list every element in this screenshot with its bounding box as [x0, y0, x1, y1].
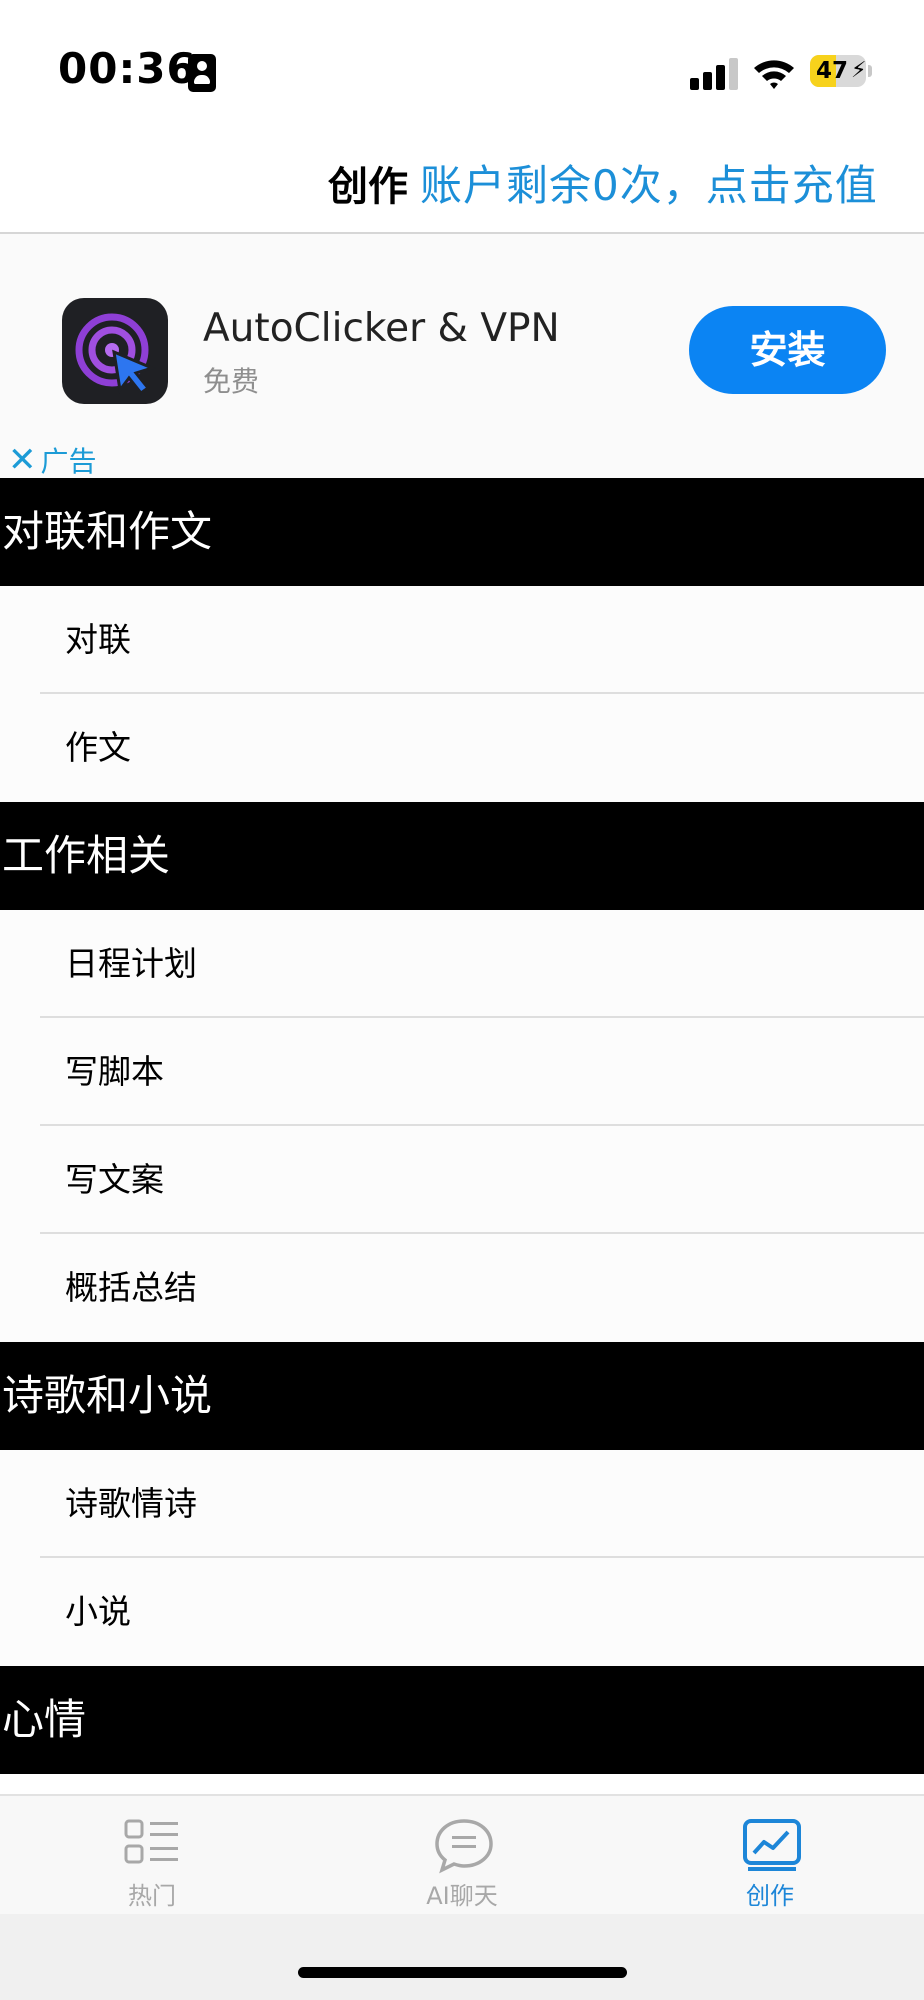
- ad-close-button[interactable]: ✕ 广告: [8, 440, 97, 480]
- chart-icon: [743, 1819, 801, 1871]
- ad-app-name: AutoClicker & VPN: [203, 306, 560, 351]
- tab-ai-chat[interactable]: AI聊天: [372, 1796, 552, 1916]
- autoclicker-app-icon[interactable]: [62, 298, 168, 404]
- list-item-label: 诗歌情诗: [65, 1484, 197, 1523]
- status-bar: 00:36 47 ⚡: [0, 0, 924, 140]
- list-item-label: 写文案: [65, 1160, 164, 1199]
- category-list: 对联和作文 对联 作文 工作相关 日程计划 写脚本 写文案 概括总结 诗歌和小说…: [0, 478, 924, 1774]
- tab-create[interactable]: 创作: [680, 1796, 860, 1916]
- section-header-couplets-essays: 对联和作文: [0, 478, 924, 586]
- list-item[interactable]: 写文案: [0, 1126, 924, 1234]
- home-indicator-area: [0, 1914, 924, 2000]
- install-button[interactable]: 安装: [689, 306, 886, 394]
- wifi-icon: [754, 60, 794, 89]
- list-icon: [124, 1819, 178, 1864]
- list-item[interactable]: 作文: [0, 694, 924, 802]
- ad-banner[interactable]: AutoClicker & VPN 免费 安装 ✕ 广告: [0, 234, 924, 478]
- id-card-icon: [188, 54, 216, 92]
- list-item-label: 日程计划: [65, 944, 197, 983]
- battery-charging-icon: 47 ⚡: [810, 55, 872, 89]
- section-header-mood: 心情: [0, 1666, 924, 1774]
- list-item[interactable]: 小说: [0, 1558, 924, 1666]
- list-item-label: 写脚本: [65, 1052, 164, 1091]
- list-item[interactable]: 日程计划: [0, 910, 924, 1018]
- status-time: 00:36: [58, 44, 197, 93]
- ad-price: 免费: [203, 365, 260, 398]
- list-item-label: 作文: [65, 728, 131, 767]
- tab-bar: 热门 AI聊天 创作: [0, 1794, 924, 1916]
- home-indicator[interactable]: [298, 1967, 627, 1978]
- section-header-poetry-novels: 诗歌和小说: [0, 1342, 924, 1450]
- tab-label: 热门: [128, 1882, 176, 1910]
- list-item[interactable]: 诗歌情诗: [0, 1450, 924, 1558]
- close-icon[interactable]: ✕: [8, 443, 37, 477]
- tab-label: AI聊天: [426, 1882, 498, 1910]
- list-item[interactable]: 写脚本: [0, 1018, 924, 1126]
- recharge-link[interactable]: 账户剩余0次，点击充值: [420, 152, 878, 213]
- list-item-label: 小说: [65, 1592, 131, 1631]
- header-bar: 创作 账户剩余0次，点击充值: [0, 140, 924, 234]
- list-item[interactable]: 对联: [0, 586, 924, 694]
- signal-icon: [690, 58, 738, 90]
- tab-label: 创作: [746, 1882, 794, 1910]
- battery-percent: 47: [815, 58, 848, 84]
- list-item-label: 对联: [65, 620, 131, 659]
- ad-label: 广告: [40, 445, 97, 478]
- tab-hot[interactable]: 热门: [62, 1796, 242, 1916]
- list-item-label: 概括总结: [65, 1268, 197, 1307]
- chat-bubble-icon: [435, 1819, 493, 1874]
- page-title: 创作: [328, 164, 408, 210]
- section-header-work: 工作相关: [0, 802, 924, 910]
- list-item[interactable]: 概括总结: [0, 1234, 924, 1342]
